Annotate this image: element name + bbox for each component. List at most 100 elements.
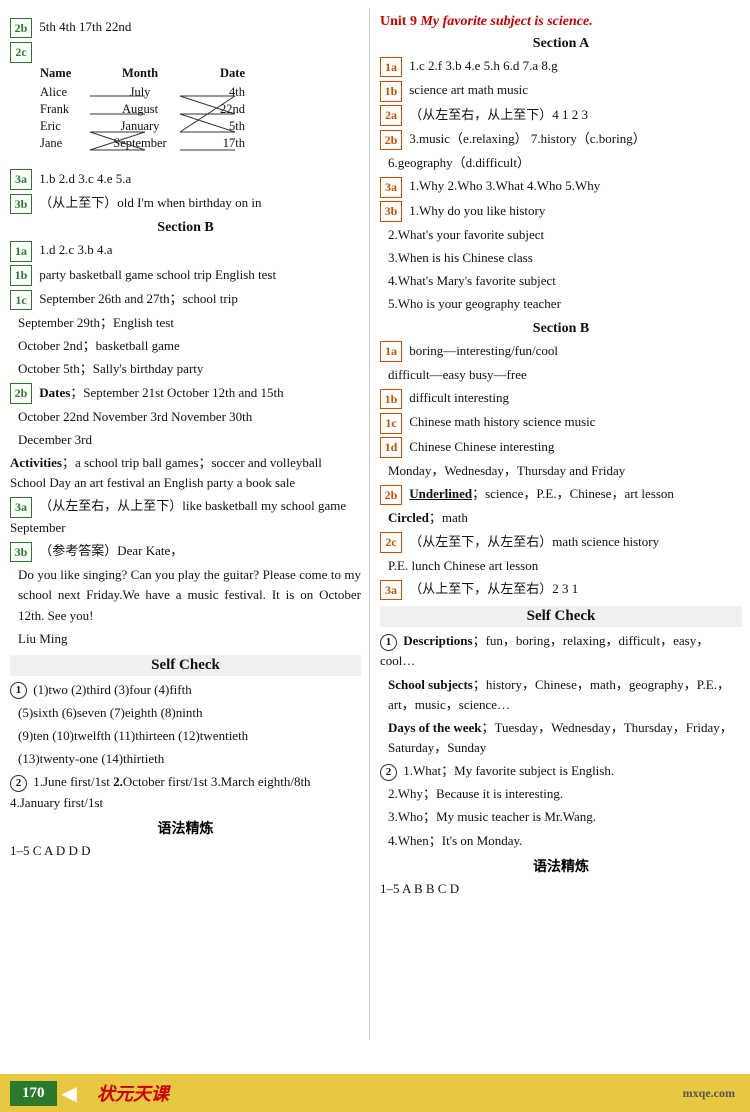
num-circle-2-right: 2	[380, 764, 397, 781]
self-check-1-left: 1 (1)two (2)third (3)four (4)fifth	[10, 680, 361, 700]
label-2c-right-b: 2c	[380, 532, 402, 553]
2b-line3: December 3rd	[10, 430, 361, 450]
label-2b-left-b: 2b	[10, 383, 32, 404]
label-2b-right-a: 2b	[380, 130, 402, 151]
grammar-title-left: 语法精炼	[10, 818, 361, 838]
sc-2-right: 2 1.What；My favorite subject is English.	[380, 761, 742, 781]
sc2-right-2: 2.Why；Because it is interesting.	[380, 784, 742, 804]
answer-1b-left-b: party basketball game school trip Englis…	[39, 267, 276, 282]
answer-2a-right-a: （从左至右，从上至下）4 1 2 3	[409, 107, 588, 122]
sc1-right-days: Days of the week；Tuesday，Wednesday，Thurs…	[380, 718, 742, 758]
answer-3b-left: （从上至下）old I'm when birthday on in	[39, 195, 261, 210]
item-2b-right-b: 2b Underlined；science，P.E.，Chinese，art l…	[380, 484, 742, 505]
answer-2c-right-b: （从左至下，从左至右）math science history	[409, 534, 659, 549]
num-circle-1-left: 1	[10, 682, 27, 699]
sc2-right-1: 1.What；My favorite subject is English.	[403, 763, 614, 778]
month-july: July	[95, 85, 185, 100]
answer-1c-line4: October 5th；Sally's birthday party	[10, 359, 361, 379]
activities-label: Activities	[10, 455, 62, 470]
name-frank: Frank	[40, 102, 95, 117]
answer-3b-left-b-line1: （参考答案）Dear Kate，	[39, 543, 183, 558]
unit-subtitle: My favorite subject is science.	[420, 14, 592, 29]
grammar-answer-right: 1–5 A B B C D	[380, 879, 742, 899]
item-1a-right-a: 1a 1.c 2.f 3.b 4.e 5.h 6.d 7.a 8.g	[380, 56, 742, 77]
date-5th: 5th	[185, 119, 245, 134]
name-eric: Eric	[40, 119, 95, 134]
1d-right-b-1: Chinese Chinese interesting	[409, 439, 554, 454]
sc1-text: (1)two (2)third (3)four (4)fifth	[33, 682, 191, 697]
left-column: 2b 5th 4th 17th 22nd 2c Name Month Date …	[0, 8, 370, 1040]
self-check-title-right: Self Check	[380, 606, 742, 627]
circled-label: Circled	[388, 510, 429, 525]
label-3a-left: 3a	[10, 169, 32, 190]
3b-signature: Liu Ming	[10, 629, 361, 649]
section-b-title-left: Section B	[10, 220, 361, 236]
label-1b-right-b: 1b	[380, 389, 402, 410]
item-1c-right-b: 1c Chinese math history science music	[380, 412, 742, 433]
unit-title: Unit 9 My favorite subject is science.	[380, 14, 742, 30]
answer-3a-left: 1.b 2.d 3.c 4.e 5.a	[39, 171, 131, 186]
3b-right-a-4: 4.What's Mary's favorite subject	[380, 271, 742, 291]
num-circle-1-right: 1	[380, 634, 397, 651]
label-3b-left-b: 3b	[10, 542, 32, 563]
label-1a-right-b: 1a	[380, 341, 402, 362]
label-1c-right-b: 1c	[380, 413, 402, 434]
col-date: Date	[185, 66, 245, 81]
sc1-line2: (5)sixth (6)seven (7)eighth (8)ninth	[10, 703, 361, 723]
label-2b: 2b	[10, 18, 32, 39]
page-footer: 170 ◀ 状元天课 mxqe.com	[0, 1074, 750, 1112]
answer-1b-right-a: science art math music	[409, 82, 528, 97]
num-circle-2-left: 2	[10, 775, 27, 792]
item-3a-left-b: 3a （从左至右，从上至下）like basketball my school …	[10, 496, 361, 537]
label-3a-left-b: 3a	[10, 497, 32, 518]
2b-right-b-circled: Circled；math	[380, 508, 742, 528]
item-1a-left-b: 1a 1.d 2.c 3.b 4.a	[10, 240, 361, 261]
sc1-line4: (13)twenty-one (14)thirtieth	[10, 749, 361, 769]
item-1a-right-b: 1a boring—interesting/fun/cool	[380, 341, 742, 362]
col-month: Month	[95, 66, 185, 81]
month-september: September	[95, 136, 185, 151]
right-column: Unit 9 My favorite subject is science. S…	[370, 8, 750, 1040]
item-1d-right-b: 1d Chinese Chinese interesting	[380, 437, 742, 458]
label-1d-right-b: 1d	[380, 437, 402, 458]
label-1b-right-a: 1b	[380, 81, 402, 102]
section-b-title-right: Section B	[380, 321, 742, 337]
date-22nd: 22nd	[185, 102, 245, 117]
grammar-title-right: 语法精炼	[380, 856, 742, 876]
dates-label: Dates	[39, 385, 70, 400]
item-1b-left-b: 1b party basketball game school trip Eng…	[10, 265, 361, 286]
sc2-text: 1.June first/1st 2.October first/1st 3.M…	[10, 774, 311, 809]
name-jane: Jane	[40, 136, 95, 151]
answer-3a-right-a: 1.Why 2.Who 3.What 4.Who 5.Why	[409, 178, 600, 193]
section-a-title-right: Section A	[380, 36, 742, 52]
item-2b-left-b: 2b Dates；September 21st October 12th and…	[10, 383, 361, 404]
answer-2b-top: 5th 4th 17th 22nd	[39, 19, 131, 34]
answer-1a-right-a: 1.c 2.f 3.b 4.e 5.h 6.d 7.a 8.g	[409, 58, 557, 73]
sc-1-right: 1 Descriptions；fun，boring，relaxing，diffi…	[380, 631, 742, 671]
2b-activities: Activities；a school trip ball games；socc…	[10, 453, 361, 493]
sc2-right-4: 4.When；It's on Monday.	[380, 831, 742, 851]
item-3b-left: 3b （从上至下）old I'm when birthday on in	[10, 193, 361, 214]
page-number: 170	[10, 1081, 57, 1106]
footer-website: mxqe.com	[683, 1086, 735, 1101]
matching-diagram: Name Month Date Alice July 4th Frank Aug…	[40, 66, 361, 166]
2b-right-a-line2: 6.geography（d.difficult）	[380, 153, 742, 173]
self-check-title-left: Self Check	[10, 655, 361, 676]
sc1-right-subjects: School subjects；history，Chinese，math，geo…	[380, 675, 742, 715]
sc2-right-3: 3.Who；My music teacher is Mr.Wang.	[380, 807, 742, 827]
label-3b-left: 3b	[10, 194, 32, 215]
answer-3a-right-b: （从上至下，从左至右）2 3 1	[409, 581, 578, 596]
answer-1c-right-b: Chinese math history science music	[409, 414, 595, 429]
item-3a-right-a: 3a 1.Why 2.Who 3.What 4.Who 5.Why	[380, 176, 742, 197]
grammar-answer-left: 1–5 C A D D D	[10, 841, 361, 861]
footer-arrow: ◀	[62, 1081, 77, 1106]
answer-2b-right-a: 3.music（e.relaxing） 7.history（c.boring）	[409, 131, 646, 146]
item-2b-right-a: 2b 3.music（e.relaxing） 7.history（c.borin…	[380, 129, 742, 150]
underlined-label: Underlined	[409, 486, 472, 501]
item-1c-left-b: 1c September 26th and 27th；school trip	[10, 289, 361, 310]
col-name: Name	[40, 66, 95, 81]
item-2c: 2c	[10, 41, 361, 62]
label-3b-right-a: 3b	[380, 201, 402, 222]
label-1a-left-b: 1a	[10, 241, 32, 262]
sc1-line3: (9)ten (10)twelfth (11)thirteen (12)twen…	[10, 726, 361, 746]
